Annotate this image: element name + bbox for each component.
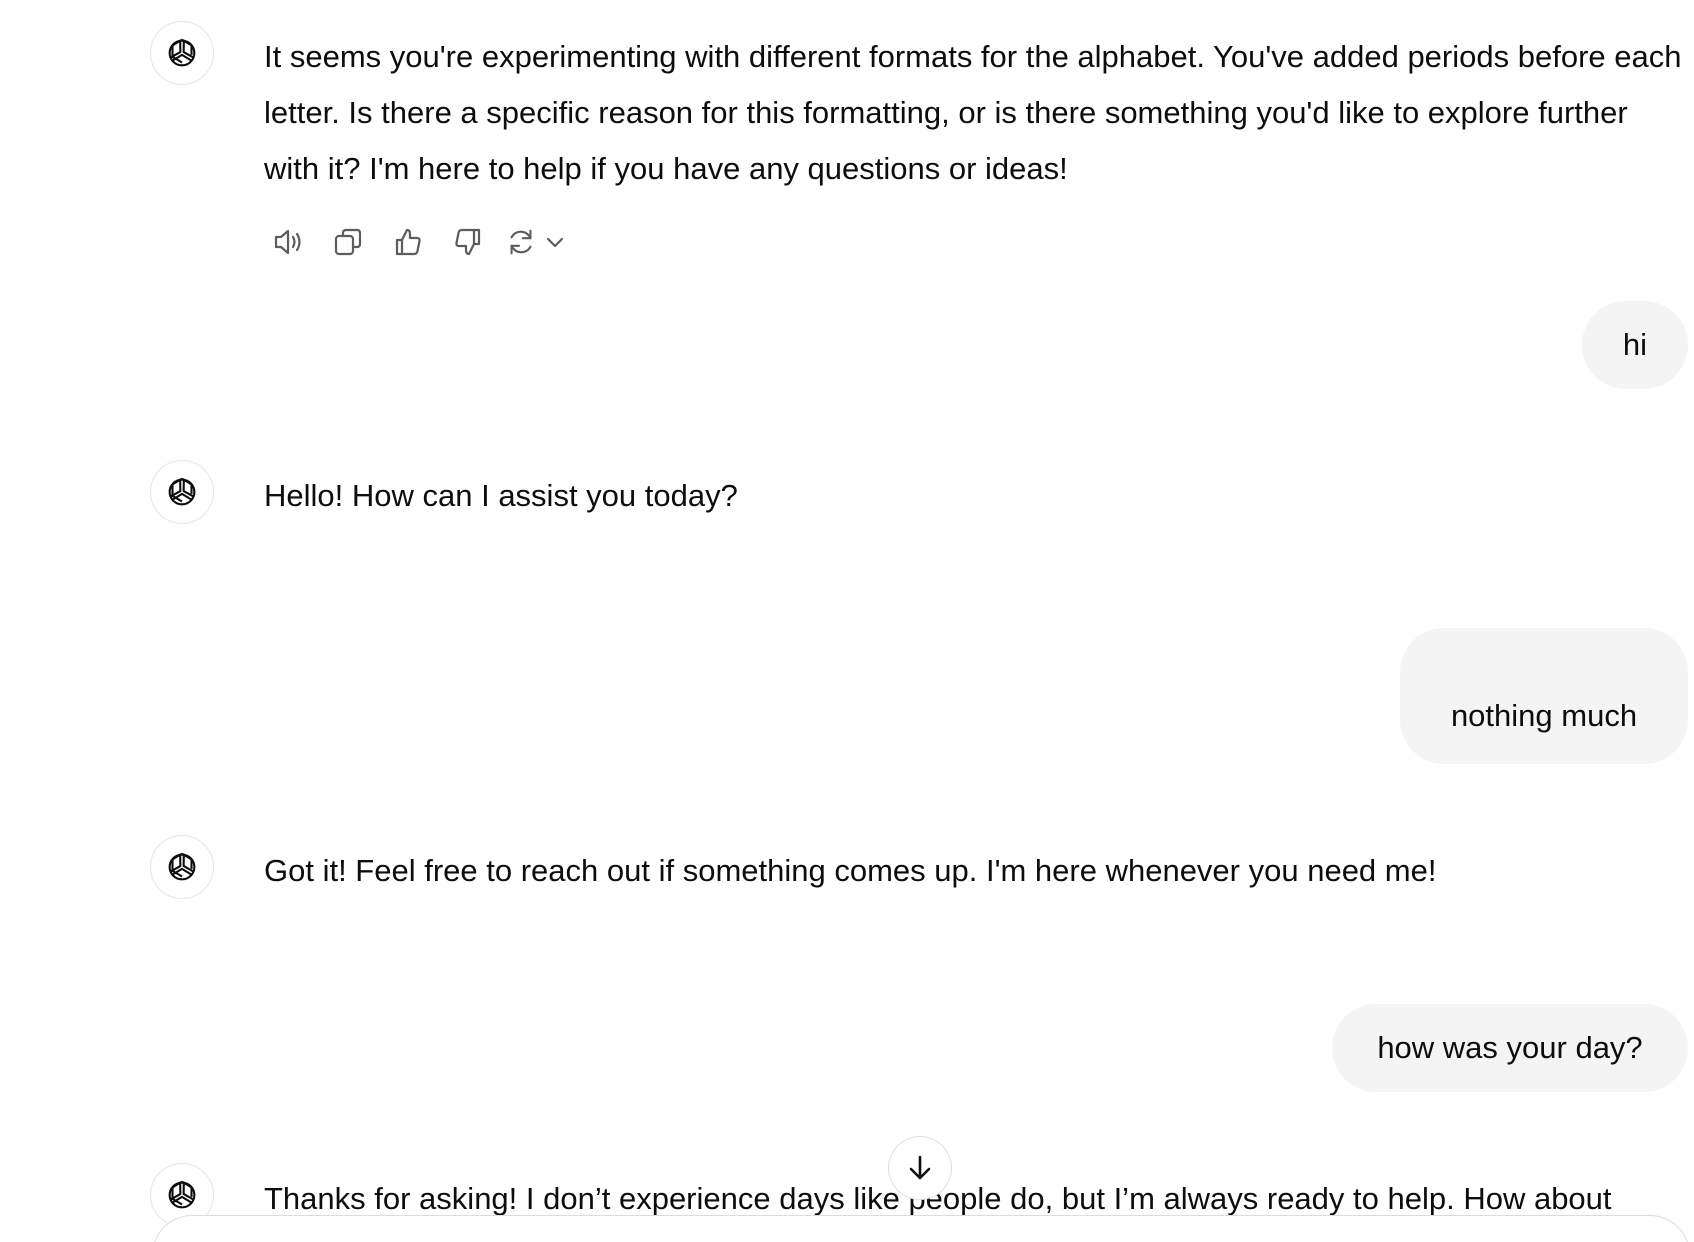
- openai-logo-icon: [168, 852, 196, 881]
- assistant-message: Got it! Feel free to reach out if someth…: [264, 853, 1437, 888]
- chevron-down-icon: [546, 237, 564, 248]
- user-message-bubble: nothing much: [1400, 628, 1688, 764]
- user-message-text: how was your day?: [1377, 1030, 1643, 1065]
- scroll-to-bottom-button[interactable]: [888, 1136, 952, 1200]
- user-message-text: nothing much: [1450, 698, 1638, 733]
- speaker-icon: [274, 229, 301, 255]
- openai-logo-icon: [168, 477, 196, 506]
- user-message-text: hi: [1622, 327, 1648, 362]
- thumbs-down-icon: [455, 228, 481, 256]
- assistant-avatar: [150, 460, 214, 524]
- user-message-bubble: hi: [1582, 301, 1688, 389]
- regenerate-button[interactable]: [504, 218, 566, 266]
- thumbs-up-icon: [395, 228, 421, 256]
- user-message-bubble: how was your day?: [1332, 1004, 1688, 1092]
- assistant-avatar: [150, 835, 214, 899]
- openai-logo-icon: [168, 38, 196, 67]
- arrow-down-icon: [909, 1155, 931, 1180]
- message-composer[interactable]: [152, 1215, 1690, 1242]
- bad-response-button[interactable]: [444, 218, 492, 266]
- message-actions: [264, 218, 566, 266]
- good-response-button[interactable]: [384, 218, 432, 266]
- copy-icon: [334, 228, 362, 256]
- openai-logo-icon: [168, 1180, 196, 1209]
- regenerate-icon: [510, 229, 532, 255]
- read-aloud-button[interactable]: [264, 218, 312, 266]
- copy-button[interactable]: [324, 218, 372, 266]
- chat-conversation: It seems you're experimenting with diffe…: [0, 0, 1694, 1242]
- assistant-message: It seems you're experimenting with diffe…: [264, 39, 1682, 186]
- assistant-message: Hello! How can I assist you today?: [264, 478, 738, 513]
- assistant-avatar: [150, 21, 214, 85]
